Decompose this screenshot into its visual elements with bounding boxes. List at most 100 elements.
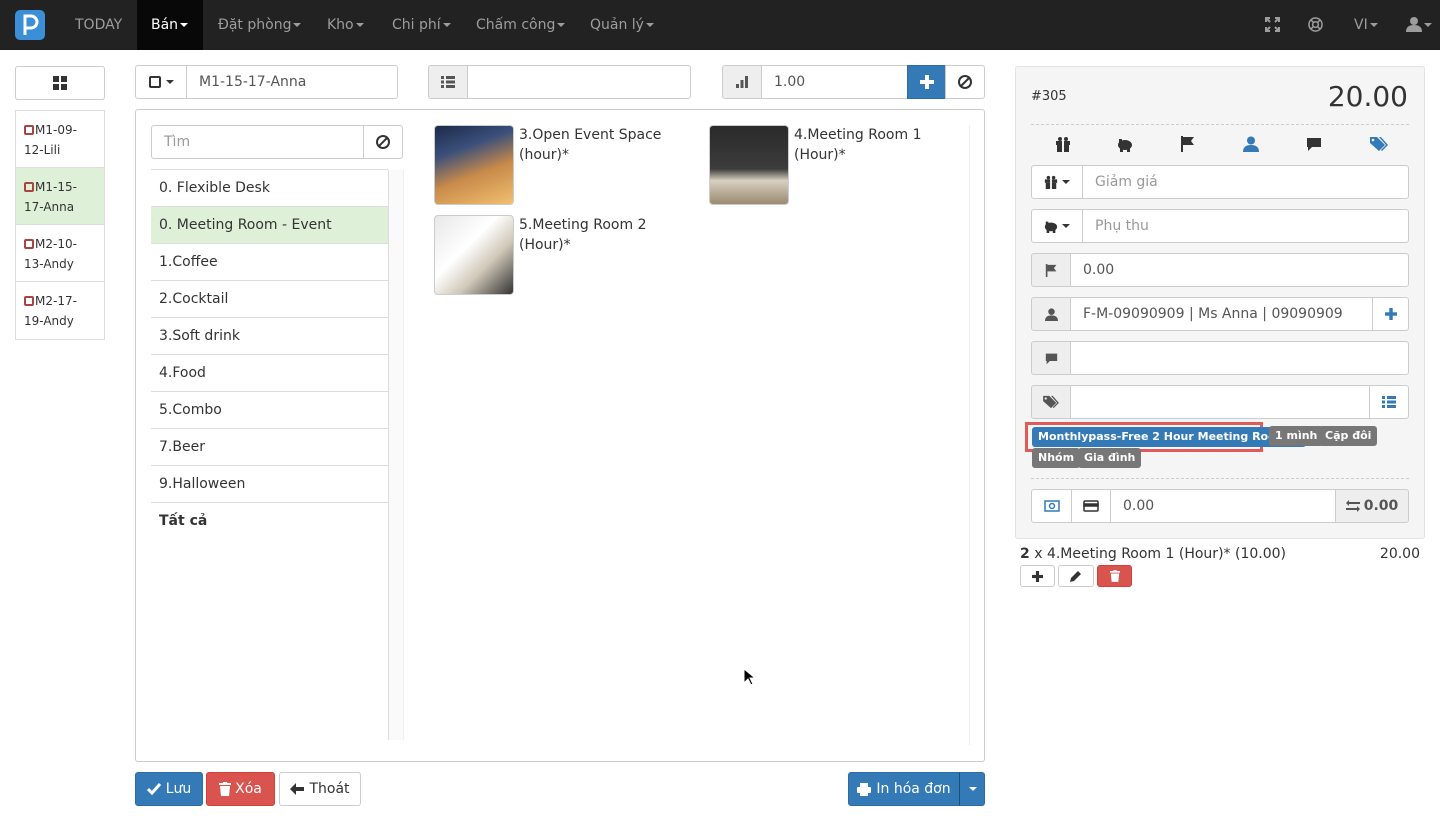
user-menu[interactable]: [1406, 16, 1432, 36]
product-image-meeting-room-2[interactable]: [434, 215, 514, 295]
tags-input[interactable]: [1070, 385, 1370, 419]
category-item[interactable]: Tất cả: [151, 503, 388, 540]
quantity-input[interactable]: 1.00: [761, 65, 908, 99]
card-payment-button[interactable]: [1071, 489, 1111, 523]
add-quantity-button[interactable]: [907, 65, 946, 99]
comment-icon[interactable]: [1306, 136, 1322, 152]
customer-input[interactable]: F-M-09090909 | Ms Anna | 09090909: [1070, 297, 1373, 331]
plus-icon: [1384, 308, 1397, 320]
sort-numeric-icon: [736, 76, 748, 88]
gift-icon: [1044, 175, 1058, 189]
comment-input[interactable]: [1070, 341, 1409, 375]
user-icon: [1406, 17, 1422, 32]
globe-icon[interactable]: [1308, 17, 1323, 36]
grid-icon: [53, 76, 67, 90]
exit-button[interactable]: Thoát: [279, 772, 361, 806]
table-name-input[interactable]: M1-15-17-Anna: [186, 65, 398, 99]
category-item[interactable]: 1.Coffee: [151, 244, 388, 281]
table-select-dropdown[interactable]: [135, 65, 187, 99]
save-label: Lưu: [165, 781, 192, 797]
table-item[interactable]: M1-09-12-Lili: [16, 111, 104, 168]
line-item-sep: x: [1034, 546, 1043, 562]
pencil-icon: [1070, 571, 1081, 582]
clear-quantity-button[interactable]: [945, 65, 985, 99]
category-item[interactable]: 4.Food: [151, 355, 388, 392]
language-dropdown[interactable]: VI: [1340, 0, 1392, 50]
line-item-amount: 20.00: [1379, 546, 1420, 562]
product-name[interactable]: 3.Open Event Space (hour)*: [519, 125, 669, 165]
credit-card-icon: [1083, 500, 1099, 512]
payment-input[interactable]: 0.00: [1110, 489, 1336, 523]
exit-label: Thoát: [309, 781, 350, 797]
category-item[interactable]: 3.Soft drink: [151, 318, 388, 355]
category-item[interactable]: 9.Halloween: [151, 466, 388, 503]
top-navbar: TODAY Bán Đặt phòng Kho Chi phí Chấm côn…: [0, 0, 1440, 50]
discount-input[interactable]: Giảm giá: [1082, 165, 1409, 199]
trash-icon: [219, 782, 232, 796]
search-input[interactable]: Tìm: [151, 125, 364, 159]
trash-icon: [1109, 570, 1120, 582]
table-grid-button[interactable]: [15, 66, 105, 100]
line-item-delete-button[interactable]: [1097, 565, 1132, 587]
nav-quan-ly-label: Quản lý: [590, 17, 644, 33]
print-options-dropdown[interactable]: [959, 772, 985, 806]
surcharge-type-dropdown[interactable]: [1031, 209, 1083, 243]
tag-1-minh[interactable]: 1 mình: [1269, 426, 1324, 446]
tag-nhom[interactable]: Nhóm: [1032, 448, 1081, 468]
product-image-open-event[interactable]: [434, 125, 514, 205]
product-image-meeting-room-1[interactable]: [709, 125, 789, 205]
list-icon: [1382, 396, 1396, 408]
flag-icon[interactable]: [1180, 136, 1196, 152]
app-logo-icon[interactable]: [15, 10, 45, 40]
nav-cham-cong[interactable]: Chấm công: [462, 0, 579, 50]
nav-ban[interactable]: Bán: [137, 0, 203, 50]
flag-input[interactable]: 0.00: [1070, 253, 1409, 287]
square-outline-icon: [148, 76, 161, 88]
table-item[interactable]: M2-17-19-Andy: [16, 282, 104, 339]
tag-gia-dinh[interactable]: Gia đình: [1078, 448, 1142, 468]
nav-dat-phong-label: Đặt phòng: [218, 17, 292, 33]
piggy-bank-icon[interactable]: [1117, 136, 1133, 152]
product-name[interactable]: 4.Meeting Room 1 (Hour)*: [794, 125, 944, 165]
table-item[interactable]: M2-10-13-Andy: [16, 225, 104, 282]
table-item[interactable]: M1-15-17-Anna: [16, 168, 104, 225]
list-input[interactable]: [467, 65, 691, 99]
gift-icon[interactable]: [1055, 136, 1071, 152]
save-button[interactable]: Lưu: [135, 772, 203, 806]
add-customer-button[interactable]: [1372, 297, 1409, 331]
category-item[interactable]: 2.Cocktail: [151, 281, 388, 318]
delete-button[interactable]: Xóa: [206, 772, 275, 806]
user-icon[interactable]: [1243, 136, 1259, 152]
product-scrollbar[interactable]: [969, 125, 970, 745]
print-invoice-button[interactable]: In hóa đơn: [848, 772, 960, 806]
line-item-edit-button[interactable]: [1058, 565, 1094, 587]
line-item-increase-button[interactable]: [1020, 565, 1055, 587]
tag-monthlypass[interactable]: Monthlypass-Free 2 Hour Meeting Room ×: [1032, 427, 1307, 447]
flag-addon: [1031, 253, 1071, 287]
category-item[interactable]: 5.Combo: [151, 392, 388, 429]
customer-addon: [1031, 297, 1071, 331]
cash-payment-button[interactable]: [1031, 489, 1072, 523]
nav-dat-phong[interactable]: Đặt phòng: [204, 0, 315, 50]
category-item[interactable]: 0. Meeting Room - Event: [151, 207, 388, 244]
fullscreen-icon[interactable]: [1265, 17, 1280, 36]
tags-icon[interactable]: [1370, 136, 1388, 152]
nav-today[interactable]: TODAY: [61, 0, 136, 50]
category-item[interactable]: 7.Beer: [151, 429, 388, 466]
category-item[interactable]: 0. Flexible Desk: [151, 170, 388, 207]
tags-list-button[interactable]: [1369, 385, 1409, 419]
category-scrollbar[interactable]: [388, 170, 404, 740]
comment-addon: [1031, 341, 1071, 375]
nav-kho[interactable]: Kho: [313, 0, 378, 50]
nav-quan-ly[interactable]: Quản lý: [576, 0, 668, 50]
tag-cap-doi[interactable]: Cặp đôi: [1319, 426, 1378, 446]
square-icon: [24, 239, 34, 249]
square-icon: [24, 182, 34, 192]
tags-icon: [1043, 395, 1059, 409]
nav-chi-phi[interactable]: Chi phí: [378, 0, 465, 50]
surcharge-input[interactable]: Phụ thu: [1082, 209, 1409, 243]
clear-search-button[interactable]: [363, 125, 403, 159]
language-label: VI: [1354, 17, 1368, 33]
discount-type-dropdown[interactable]: [1031, 165, 1083, 199]
product-name[interactable]: 5.Meeting Room 2 (Hour)*: [519, 215, 669, 255]
